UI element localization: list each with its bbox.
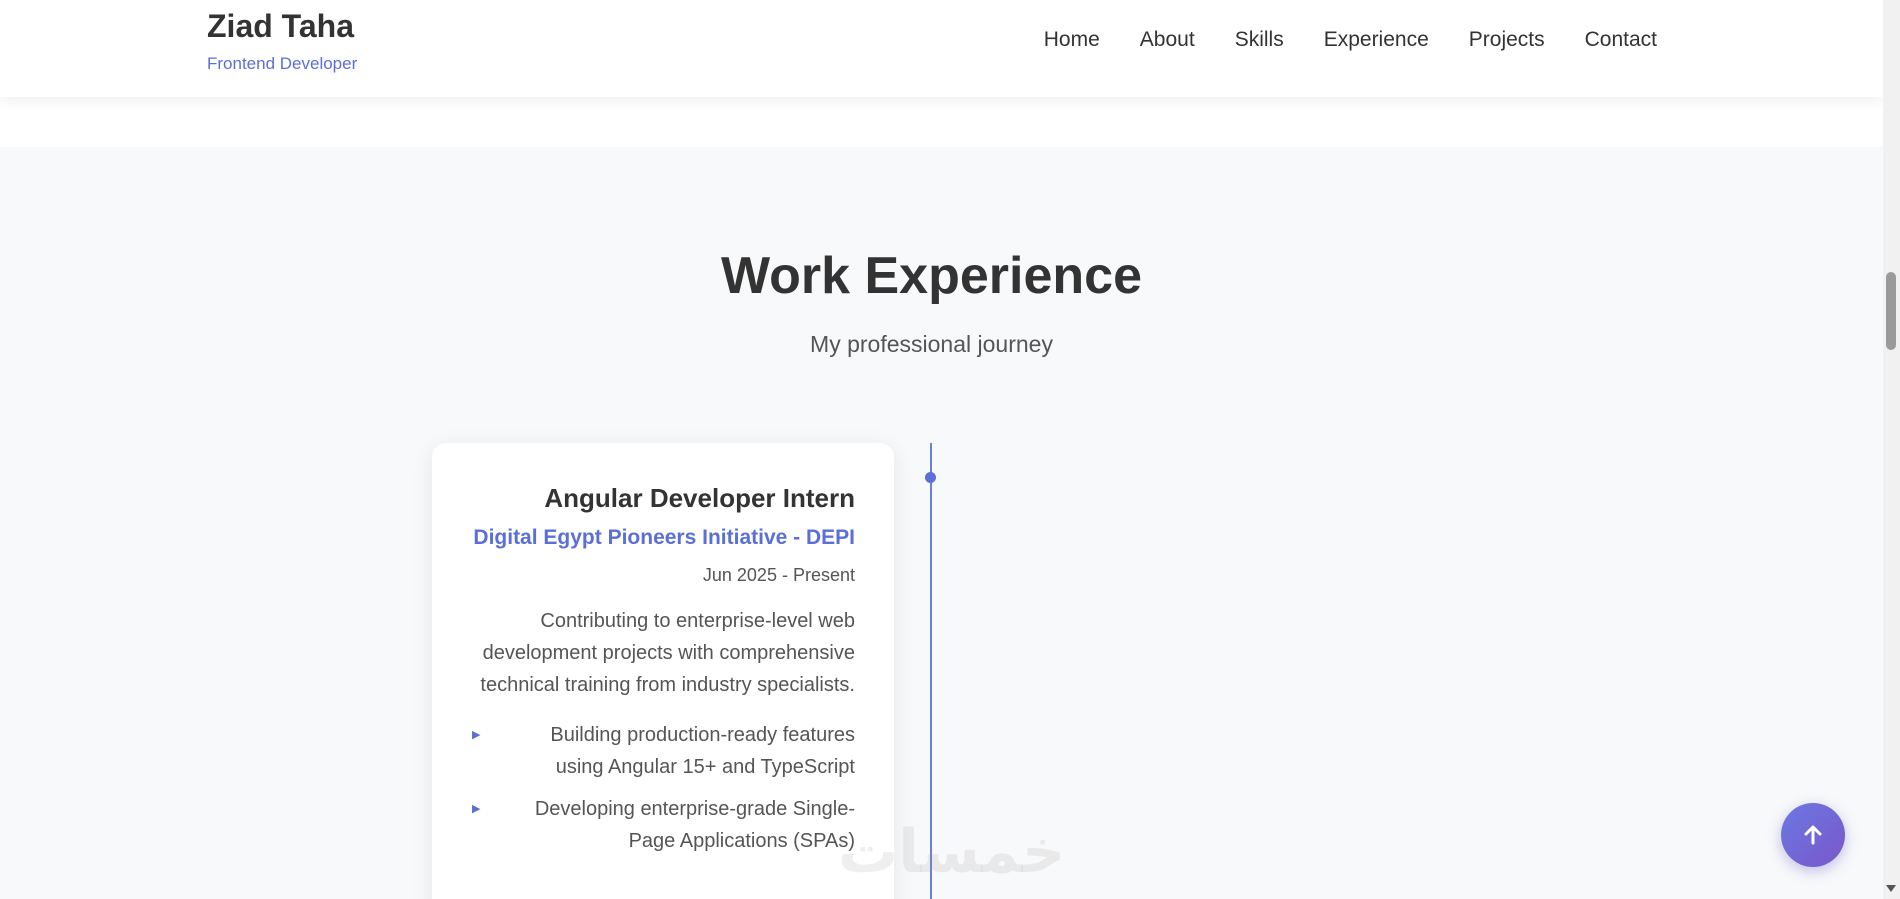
list-item: ▶ Building production-ready features usi…: [472, 719, 855, 783]
list-item: ▶ Developing enterprise-grade Single-Pag…: [472, 793, 855, 857]
job-title: Angular Developer Intern: [544, 483, 855, 513]
nav-link-contact[interactable]: Contact: [1585, 28, 1657, 52]
scroll-down-arrow-icon[interactable]: [1886, 885, 1896, 892]
brand-name[interactable]: Ziad Taha: [207, 8, 354, 45]
section-title: Work Experience: [720, 247, 1142, 305]
highlight-text: Developing enterprise-grade Single-Page …: [534, 798, 855, 852]
highlight-text: Building production-ready features using…: [550, 724, 855, 778]
arrow-up-icon: [1804, 825, 1822, 845]
nav-link-home[interactable]: Home: [1044, 28, 1100, 52]
nav-link-projects[interactable]: Projects: [1469, 28, 1545, 52]
triangle-right-icon: ▶: [472, 729, 481, 741]
job-dates: Jun 2025 - Present: [702, 565, 855, 585]
nav-link-experience[interactable]: Experience: [1324, 28, 1429, 52]
page: Ziad Taha Frontend Developer Home About …: [0, 0, 1883, 899]
timeline-line: [930, 443, 932, 899]
nav-link-skills[interactable]: Skills: [1235, 28, 1284, 52]
navbar: Ziad Taha Frontend Developer Home About …: [0, 0, 1883, 97]
vertical-scrollbar[interactable]: [1883, 0, 1900, 899]
scroll-to-top-button[interactable]: [1781, 803, 1845, 867]
experience-card: Angular Developer Intern Digital Egypt P…: [432, 443, 894, 899]
brand-subtitle: Frontend Developer: [207, 54, 358, 73]
timeline-dot: [925, 472, 936, 483]
company-name: Digital Egypt Pioneers Initiative - DEPI: [473, 526, 855, 549]
job-highlights: ▶ Building production-ready features usi…: [472, 719, 855, 857]
nav-links: Home About Skills Experience Projects Co…: [1044, 28, 1657, 52]
triangle-right-icon: ▶: [472, 803, 481, 815]
scrollbar-thumb[interactable]: [1886, 272, 1896, 350]
nav-link-about[interactable]: About: [1140, 28, 1195, 52]
section-subtitle: My professional journey: [810, 331, 1053, 357]
job-description: Contributing to enterprise-level web dev…: [480, 610, 855, 696]
